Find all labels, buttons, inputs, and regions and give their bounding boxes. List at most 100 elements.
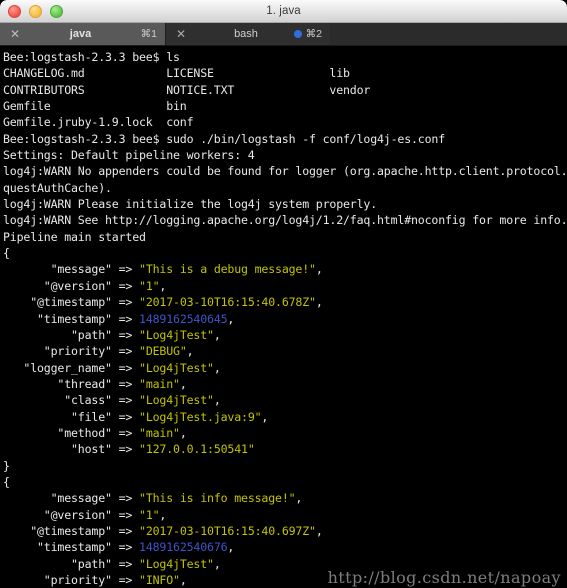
- tab-bar: ✕ java ⌘1 ✕ bash ⌘2: [0, 23, 567, 46]
- close-icon[interactable]: ✕: [176, 28, 186, 40]
- terminal-text: "@version" =>: [3, 278, 140, 293]
- terminal-text: 1489162540645: [139, 311, 228, 326]
- terminal-text: log4j:WARN No appenders could be found f…: [3, 164, 567, 179]
- close-icon[interactable]: ✕: [10, 28, 20, 40]
- terminal-text: ,: [315, 523, 323, 538]
- terminal-text: "INFO": [139, 573, 180, 587]
- terminal-line: "@version" => "1",: [3, 278, 567, 294]
- terminal-text: ,: [159, 507, 167, 522]
- close-button[interactable]: [8, 4, 21, 18]
- tab-bar-filler: [330, 23, 567, 45]
- tab-indicators: ⌘2: [293, 28, 322, 40]
- terminal-text: "1": [139, 278, 160, 293]
- terminal-text: ,: [213, 393, 221, 408]
- terminal-text: Gemfile bin: [3, 99, 187, 114]
- terminal-text: "message" =>: [3, 491, 140, 506]
- terminal-text: ,: [315, 262, 323, 277]
- terminal-text: ,: [213, 360, 221, 375]
- terminal-line: log4j:WARN Please initialize the log4j s…: [3, 196, 567, 212]
- terminal-line: log4j:WARN No appenders could be found f…: [3, 163, 567, 179]
- terminal-line: "method" => "main",: [3, 425, 567, 441]
- terminal-text: log4j:WARN See http://logging.apache.org…: [3, 213, 567, 228]
- terminal-line: "@timestamp" => "2017-03-10T16:15:40.678…: [3, 294, 567, 310]
- terminal-text: Bee:logstash-2.3.3 bee$ sudo ./bin/logst…: [3, 131, 446, 146]
- terminal-text: Settings: Default pipeline workers: 4: [3, 148, 255, 163]
- terminal-line: "logger_name" => "Log4jTest",: [3, 360, 567, 376]
- terminal-text: "Log4jTest": [139, 327, 214, 342]
- terminal-text: "timestamp" =>: [3, 311, 140, 326]
- terminal-line: {: [3, 245, 567, 261]
- terminal-text: Gemfile.jruby-1.9.lock conf: [3, 115, 194, 130]
- terminal-text: ,: [159, 278, 167, 293]
- terminal-text: "priority" =>: [3, 344, 140, 359]
- terminal-text: "class" =>: [3, 393, 140, 408]
- terminal-line: questAuthCache).: [3, 180, 567, 196]
- terminal-text: Bee:logstash-2.3.3 bee$ ls: [3, 50, 180, 64]
- activity-dot-icon: [293, 30, 302, 38]
- terminal-text: "Log4jTest.java:9": [139, 409, 262, 424]
- terminal-text: "Log4jTest": [139, 393, 214, 408]
- terminal-text: "@timestamp" =>: [3, 295, 140, 310]
- terminal-line: Pipeline main started: [3, 229, 567, 245]
- terminal-line: Bee:logstash-2.3.3 bee$ ls: [3, 49, 567, 65]
- terminal-line: Settings: Default pipeline workers: 4: [3, 147, 567, 163]
- minimize-button[interactable]: [29, 4, 42, 18]
- zoom-button[interactable]: [50, 4, 63, 18]
- terminal-line: "message" => "This is info message!",: [3, 490, 567, 506]
- terminal-line: {: [3, 474, 567, 490]
- terminal-text: "This is a debug message!": [139, 262, 316, 277]
- terminal-text: ,: [227, 311, 235, 326]
- terminal-text: 1489162540676: [139, 540, 228, 555]
- watermark: http://blog.csdn.net/napoay: [327, 568, 561, 587]
- terminal-text: log4j:WARN Please initialize the log4j s…: [3, 197, 378, 212]
- terminal-text: "2017-03-10T16:15:40.697Z": [139, 523, 316, 538]
- tab-java[interactable]: ✕ java ⌘1: [0, 23, 165, 45]
- terminal-text: {: [3, 246, 10, 261]
- terminal-text: Pipeline main started: [3, 229, 146, 244]
- terminal-text: "@version" =>: [3, 507, 140, 522]
- terminal-line: "message" => "This is a debug message!",: [3, 261, 567, 277]
- window-title: 1. java: [266, 5, 301, 17]
- tab-bash[interactable]: ✕ bash ⌘2: [165, 23, 330, 45]
- terminal-line: Gemfile.jruby-1.9.lock conf: [3, 114, 567, 130]
- terminal-line: "path" => "Log4jTest",: [3, 327, 567, 343]
- terminal-output: Bee:logstash-2.3.3 bee$ ls CHANGELOG.md L…: [3, 49, 567, 588]
- terminal-line: "file" => "Log4jTest.java:9",: [3, 409, 567, 425]
- terminal-text: "2017-03-10T16:15:40.678Z": [139, 295, 316, 310]
- terminal-text: "Log4jTest": [139, 556, 214, 571]
- tab-shortcut: ⌘1: [140, 28, 157, 40]
- terminal-body[interactable]: Bee:logstash-2.3.3 bee$ ls CHANGELOG.md L…: [0, 46, 567, 588]
- terminal-text: ,: [179, 376, 187, 391]
- terminal-text: {: [3, 474, 10, 489]
- terminal-line: log4j:WARN See http://logging.apache.org…: [3, 212, 567, 228]
- terminal-line: CONTRIBUTORS NOTICE.TXT vendor: [3, 82, 567, 98]
- terminal-line: Gemfile bin: [3, 98, 567, 114]
- terminal-line: "timestamp" => 1489162540676,: [3, 539, 567, 555]
- terminal-text: questAuthCache).: [3, 180, 112, 195]
- terminal-text: "logger_name" =>: [3, 360, 140, 375]
- terminal-text: "main": [139, 425, 180, 440]
- terminal-line: }: [3, 458, 567, 474]
- terminal-line: "class" => "Log4jTest",: [3, 392, 567, 408]
- terminal-text: CONTRIBUTORS NOTICE.TXT vendor: [3, 82, 371, 97]
- terminal-text: ,: [261, 409, 269, 424]
- terminal-line: "thread" => "main",: [3, 376, 567, 392]
- terminal-text: "1": [139, 507, 160, 522]
- terminal-text: ,: [227, 540, 235, 555]
- tab-shortcut: ⌘2: [305, 28, 322, 40]
- terminal-line: Bee:logstash-2.3.3 bee$ sudo ./bin/logst…: [3, 131, 567, 147]
- terminal-window: 1. java ✕ java ⌘1 ✕ bash ⌘2 Bee:logstash…: [0, 0, 567, 588]
- terminal-text: CHANGELOG.md LICENSE lib: [3, 66, 350, 81]
- terminal-text: ,: [179, 425, 187, 440]
- terminal-text: ,: [213, 556, 221, 571]
- terminal-text: "priority" =>: [3, 573, 140, 587]
- terminal-text: "@timestamp" =>: [3, 523, 140, 538]
- terminal-text: "method" =>: [3, 425, 140, 440]
- terminal-text: ,: [179, 573, 187, 587]
- terminal-line: "@version" => "1",: [3, 507, 567, 523]
- terminal-text: ,: [186, 344, 194, 359]
- terminal-text: "message" =>: [3, 262, 140, 277]
- terminal-text: "path" =>: [3, 556, 140, 571]
- terminal-text: ,: [213, 327, 221, 342]
- terminal-text: "file" =>: [3, 409, 140, 424]
